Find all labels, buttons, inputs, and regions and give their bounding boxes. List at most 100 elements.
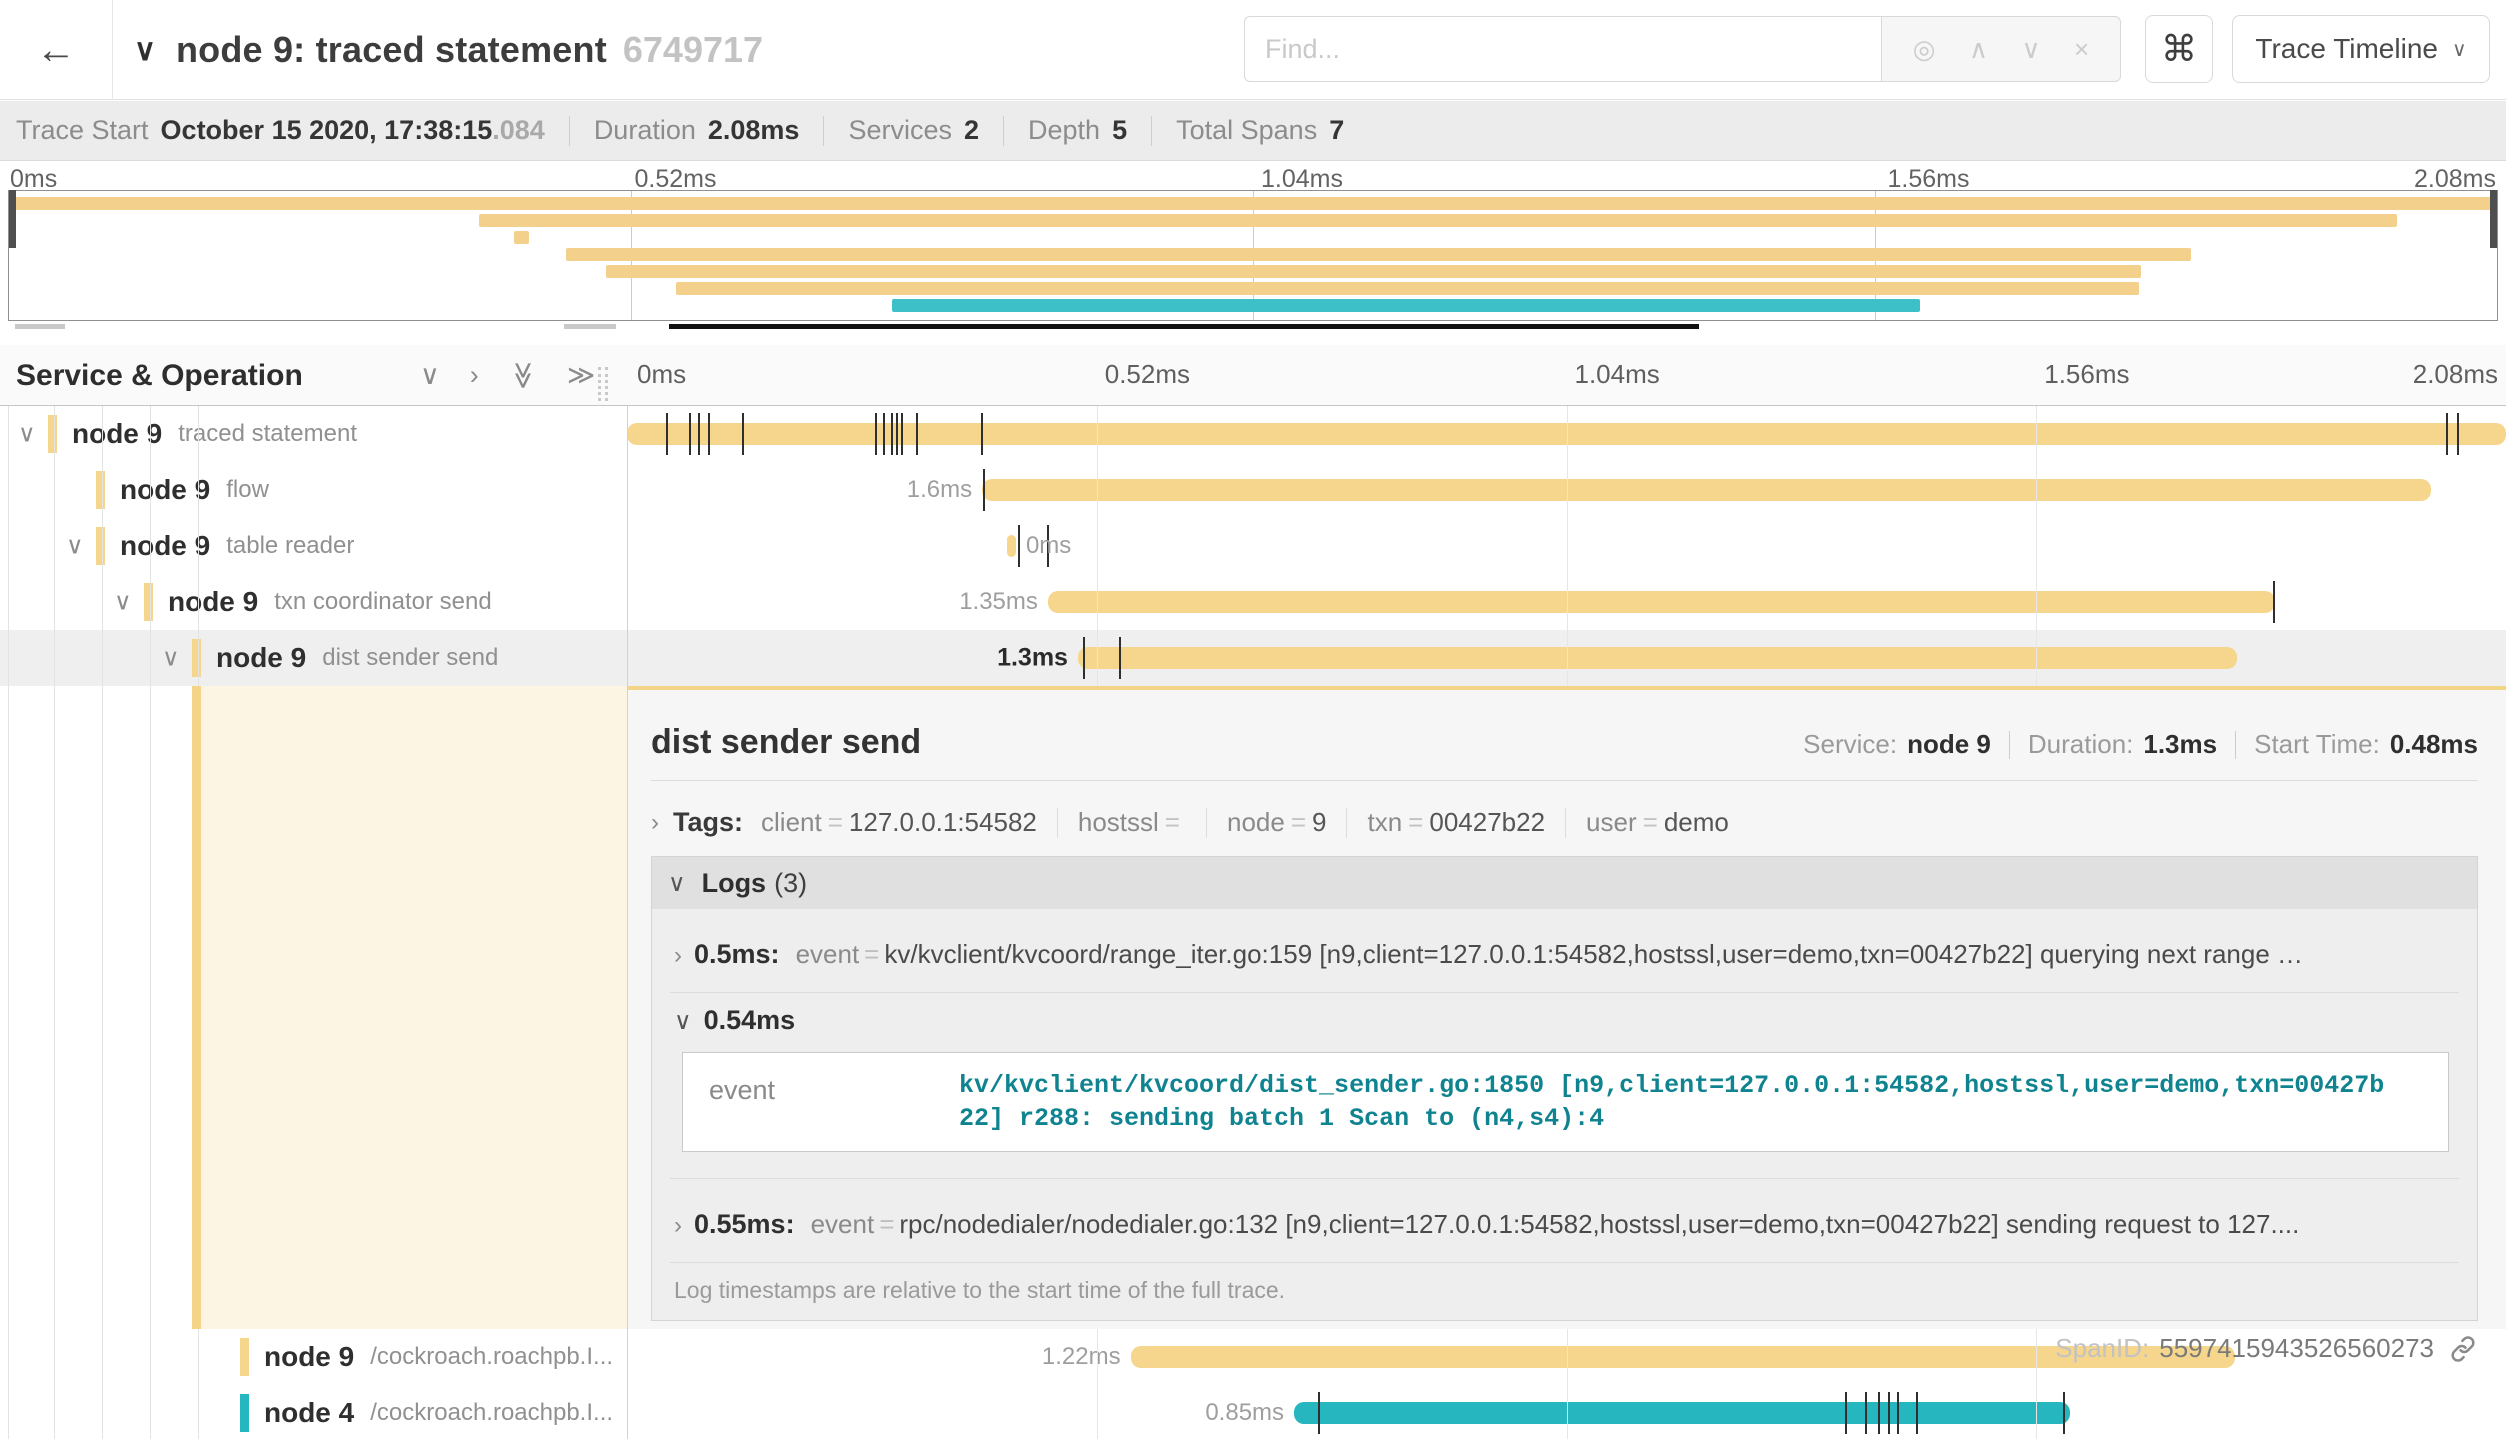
span-bar[interactable]: [1048, 591, 2275, 613]
keyboard-shortcuts-button[interactable]: ⌘: [2145, 15, 2213, 83]
span-logs-box: ∨ Logs (3) ›0.5ms:event=kv/kvclient/kvco…: [651, 856, 2478, 1321]
service-color-bar: [48, 415, 57, 453]
tag-separator: [1346, 808, 1347, 838]
span-detail-highlight: [201, 686, 627, 1329]
span-event-tick: [2446, 413, 2448, 455]
prev-result-icon[interactable]: ∧: [1969, 34, 1988, 65]
trace-title-group: ∨ node 9: traced statement 6749717: [134, 0, 763, 100]
minimap-left-handle[interactable]: [9, 190, 16, 248]
service-name: node 9: [168, 586, 258, 618]
span-event-tick: [1865, 1392, 1867, 1434]
summary-value: October 15 2020, 17:38:15: [161, 115, 493, 146]
ruler-tick-label: 2.08ms: [2413, 359, 2498, 390]
span-event-tick: [2273, 581, 2275, 623]
operation-name: table reader: [226, 532, 354, 560]
next-result-icon[interactable]: ∨: [2022, 34, 2041, 65]
span-event-tick: [698, 413, 700, 455]
expand-all-icon[interactable]: ≫: [567, 360, 595, 391]
minimap-span-bar: [566, 248, 2191, 261]
column-resize-handle[interactable]: [598, 367, 608, 401]
ruler-tick-label: 0ms: [637, 359, 686, 390]
clear-icon[interactable]: ×: [2074, 34, 2089, 65]
command-icon: ⌘: [2161, 28, 2197, 70]
log-value: kv/kvclient/kvcoord/range_iter.go:159 [n…: [884, 939, 2303, 970]
chevron-down-icon[interactable]: ∨: [162, 644, 180, 673]
collapse-one-icon[interactable]: ∨: [420, 360, 440, 391]
tag-value: 00427b22: [1429, 807, 1545, 838]
span-row[interactable]: ∨ node 9txn coordinator send 1.35ms: [0, 574, 2506, 630]
span-bar[interactable]: [982, 479, 2431, 501]
tag-key: node: [1227, 807, 1285, 838]
span-row[interactable]: ∨node 9dist sender send 1.3ms: [0, 630, 2506, 686]
minimap-scroll-stub: [15, 324, 65, 329]
span-tree-cell: ∨node 9dist sender send: [0, 630, 627, 686]
span-name-group: node 9txn coordinator send: [168, 574, 492, 630]
span-row[interactable]: ∨node 9table reader0ms: [0, 518, 2506, 574]
chevron-down-icon: ∨: [2452, 37, 2467, 62]
service-operation-header: Service & Operation: [16, 359, 303, 393]
span-bar[interactable]: [1007, 535, 1016, 557]
view-selector-button[interactable]: Trace Timeline ∨: [2232, 15, 2490, 83]
span-tree-cell: ∨ node 9txn coordinator send: [0, 574, 627, 630]
trace-summary-bar: Trace StartOctober 15 2020, 17:38:15.084…: [0, 101, 2506, 161]
chevron-down-icon[interactable]: ∨: [18, 420, 36, 449]
summary-label: Services: [848, 115, 952, 146]
log-entry[interactable]: ›0.5ms:event=kv/kvclient/kvcoord/range_i…: [670, 909, 2459, 993]
minimap-right-handle[interactable]: [2490, 190, 2497, 248]
span-event-tick: [983, 469, 985, 511]
locate-icon[interactable]: ◎: [1913, 34, 1936, 65]
span-bar-cell: 1.35ms: [627, 574, 2506, 630]
logs-footnote: Log timestamps are relative to the start…: [670, 1263, 2459, 1320]
span-row[interactable]: ∨node 9traced statement: [0, 406, 2506, 462]
log-value: rpc/nodedialer/nodedialer.go:132 [n9,cli…: [899, 1209, 2299, 1240]
tag-key: hostssl: [1078, 807, 1159, 838]
tag-key: user: [1586, 807, 1637, 838]
span-duration-label: 0ms: [1016, 532, 1071, 560]
span-detail-title: dist sender send: [651, 723, 921, 762]
view-selector-label: Trace Timeline: [2255, 33, 2438, 65]
summary-value-suffix: .084: [492, 115, 545, 146]
span-detail-panel: dist sender send Service:node 9Duration:…: [627, 686, 2506, 1329]
span-name-group: node 9/cockroach.roachpb.I...: [264, 1329, 613, 1385]
tag-separator: [1057, 808, 1058, 838]
ruler-tick-label: 0.52ms: [1105, 359, 1190, 390]
log-entry-expanded: ∨0.54mseventkv/kvclient/kvcoord/dist_sen…: [670, 993, 2459, 1179]
tags-label: Tags:: [673, 807, 743, 838]
span-color-strip: [192, 686, 201, 1329]
logs-header[interactable]: ∨ Logs (3): [652, 857, 2477, 909]
span-row[interactable]: node 4/cockroach.roachpb.I...0.85ms: [0, 1385, 2506, 1439]
tag-equals: =: [1291, 807, 1306, 838]
span-bar-cell: 1.3ms: [627, 630, 2506, 686]
expand-one-icon[interactable]: ›: [470, 360, 479, 391]
chevron-right-icon: ›: [674, 1212, 682, 1240]
log-entry-header[interactable]: ∨0.54ms: [674, 1005, 2455, 1036]
link-icon[interactable]: [2448, 1334, 2478, 1364]
ruler-tick-label: 1.04ms: [1575, 359, 1660, 390]
chevron-down-icon[interactable]: ∨: [66, 532, 84, 561]
minimap-span-bar: [9, 197, 2497, 210]
log-timestamp: 0.54ms: [704, 1005, 796, 1036]
back-button[interactable]: ←: [0, 0, 113, 100]
tree-timeline-divider[interactable]: [627, 345, 628, 1439]
span-bar[interactable]: [627, 423, 2506, 445]
service-color-bar: [96, 527, 105, 565]
minimap-scrollbar[interactable]: [669, 324, 1699, 329]
log-timestamp: 0.55ms:: [694, 1209, 795, 1240]
span-tags-row[interactable]: ›Tags:client=127.0.0.1:54582hostssl=node…: [651, 807, 2478, 838]
span-event-tick: [2063, 1392, 2065, 1434]
span-rows-region: ∨node 9traced statementnode 9flow1.6ms∨n…: [0, 406, 2506, 1439]
chevron-right-icon: ›: [674, 942, 682, 970]
span-bar[interactable]: [1078, 647, 2237, 669]
find-input[interactable]: [1244, 16, 1881, 82]
meta-label: Duration:: [2028, 729, 2134, 760]
chevron-down-icon[interactable]: ∨: [114, 588, 132, 617]
chevron-down-icon[interactable]: ∨: [134, 33, 156, 68]
span-duration-label: 1.3ms: [997, 644, 1078, 673]
chevron-right-icon[interactable]: ›: [651, 809, 659, 837]
collapse-all-icon[interactable]: ≫: [507, 361, 538, 389]
span-row[interactable]: node 9flow1.6ms: [0, 462, 2506, 518]
span-bar-cell: 0ms: [627, 518, 2506, 574]
log-entry[interactable]: ›0.55ms:event=rpc/nodedialer/nodedialer.…: [670, 1179, 2459, 1263]
minimap-canvas[interactable]: [8, 190, 2498, 321]
span-bar[interactable]: [1294, 1402, 2070, 1424]
